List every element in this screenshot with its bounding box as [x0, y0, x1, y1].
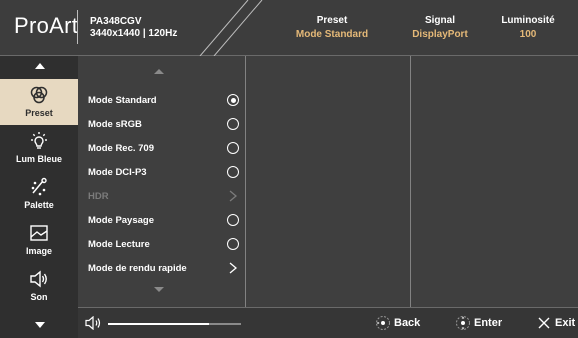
preset-status-value: Mode Standard [295, 29, 369, 40]
sidebar-item-lum-bleue[interactable]: Lum Bleue [0, 125, 78, 171]
sidebar-item-label: Image [25, 246, 52, 256]
preset-options-panel: Mode Standard Mode sRGB Mode Rec. 709 Mo… [78, 56, 246, 307]
sidebar-item-label: Preset [25, 108, 53, 118]
sidebar: Preset Lum Bleue Palette Image Son [0, 56, 78, 338]
header-luminosite-status: Luminosité 100 [490, 14, 566, 42]
signal-status-label: Signal [424, 15, 455, 26]
option-hdr: HDR [78, 186, 245, 208]
option-label: HDR [88, 191, 109, 202]
luminosite-status-label: Luminosité [501, 15, 555, 26]
joystick-press-icon [456, 316, 470, 330]
resolution-refresh: 3440x1440 | 120Hz [90, 28, 178, 39]
close-icon [538, 317, 550, 329]
signal-status-value: DisplayPort [412, 29, 468, 40]
joystick-left-icon [376, 316, 390, 330]
radio-selected-icon[interactable] [227, 94, 239, 106]
sidebar-item-son[interactable]: Son [0, 263, 78, 309]
scroll-down-icon[interactable] [154, 287, 164, 292]
sound-icon [30, 270, 47, 288]
footer-bar: Back Enter Exit [78, 307, 578, 338]
option-label: Mode Rec. 709 [88, 143, 154, 154]
option-label: Mode de rendu rapide [88, 263, 187, 274]
exit-label: Exit [555, 317, 576, 329]
sidebar-scroll-up-icon[interactable] [35, 63, 45, 69]
header-signal-status: Signal DisplayPort [400, 14, 480, 42]
volume-slider-fill [108, 323, 210, 325]
sidebar-item-label: Palette [24, 200, 54, 210]
radio-icon[interactable] [227, 142, 239, 154]
radio-icon[interactable] [227, 238, 239, 250]
option-label: Mode Paysage [88, 215, 154, 226]
sidebar-item-palette[interactable]: Palette [0, 171, 78, 217]
palette-icon [31, 177, 47, 196]
blue-light-icon [31, 132, 47, 149]
header-slash-decoration [199, 0, 263, 56]
option-label: Mode DCI-P3 [88, 167, 147, 178]
option-mode-lecture[interactable]: Mode Lecture [78, 234, 245, 256]
option-label: Mode Lecture [88, 239, 150, 250]
volume-icon [85, 316, 101, 330]
sidebar-item-label: Lum Bleue [15, 154, 62, 164]
preset-status-label: Preset [316, 15, 348, 26]
sidebar-scroll-down-icon[interactable] [35, 322, 45, 328]
detail-panel [411, 56, 578, 307]
luminosite-status-value: 100 [519, 29, 537, 40]
sidebar-item-image[interactable]: Image [0, 217, 78, 263]
model-name: PA348CGV [90, 16, 142, 27]
option-mode-rendu-rapide[interactable]: Mode de rendu rapide [78, 258, 245, 280]
brand-logo: ProArt [14, 13, 79, 38]
image-icon [30, 225, 48, 241]
submenu-panel [246, 56, 411, 307]
sidebar-item-preset[interactable]: Preset [0, 79, 78, 125]
chevron-right-icon[interactable] [227, 262, 239, 274]
enter-button[interactable]: Enter [455, 315, 502, 331]
logo-divider [77, 10, 78, 44]
header-bar: ProArt PA348CGV 3440x1440 | 120Hz Preset… [0, 0, 578, 56]
back-button[interactable]: Back [375, 315, 420, 331]
chevron-right-icon [229, 190, 238, 202]
radio-icon[interactable] [227, 118, 239, 130]
option-label: Mode sRGB [88, 119, 142, 130]
option-mode-dci-p3[interactable]: Mode DCI-P3 [78, 162, 245, 184]
scroll-up-icon[interactable] [154, 69, 164, 74]
back-label: Back [394, 317, 421, 329]
exit-button[interactable]: Exit [536, 315, 575, 331]
volume-slider[interactable] [108, 323, 241, 325]
option-mode-standard[interactable]: Mode Standard [78, 90, 245, 112]
osd-menu: ProArt PA348CGV 3440x1440 | 120Hz Preset… [0, 0, 578, 338]
option-mode-srgb[interactable]: Mode sRGB [78, 114, 245, 136]
enter-label: Enter [474, 317, 503, 329]
radio-icon[interactable] [227, 214, 239, 226]
option-mode-rec709[interactable]: Mode Rec. 709 [78, 138, 245, 160]
option-label: Mode Standard [88, 95, 157, 106]
header-preset-status: Preset Mode Standard [282, 14, 382, 42]
sidebar-item-label: Son [30, 292, 48, 302]
option-mode-paysage[interactable]: Mode Paysage [78, 210, 245, 232]
monitor-info: PA348CGV 3440x1440 | 120Hz [90, 16, 177, 40]
radio-icon[interactable] [227, 166, 239, 178]
preset-icon [30, 86, 48, 104]
